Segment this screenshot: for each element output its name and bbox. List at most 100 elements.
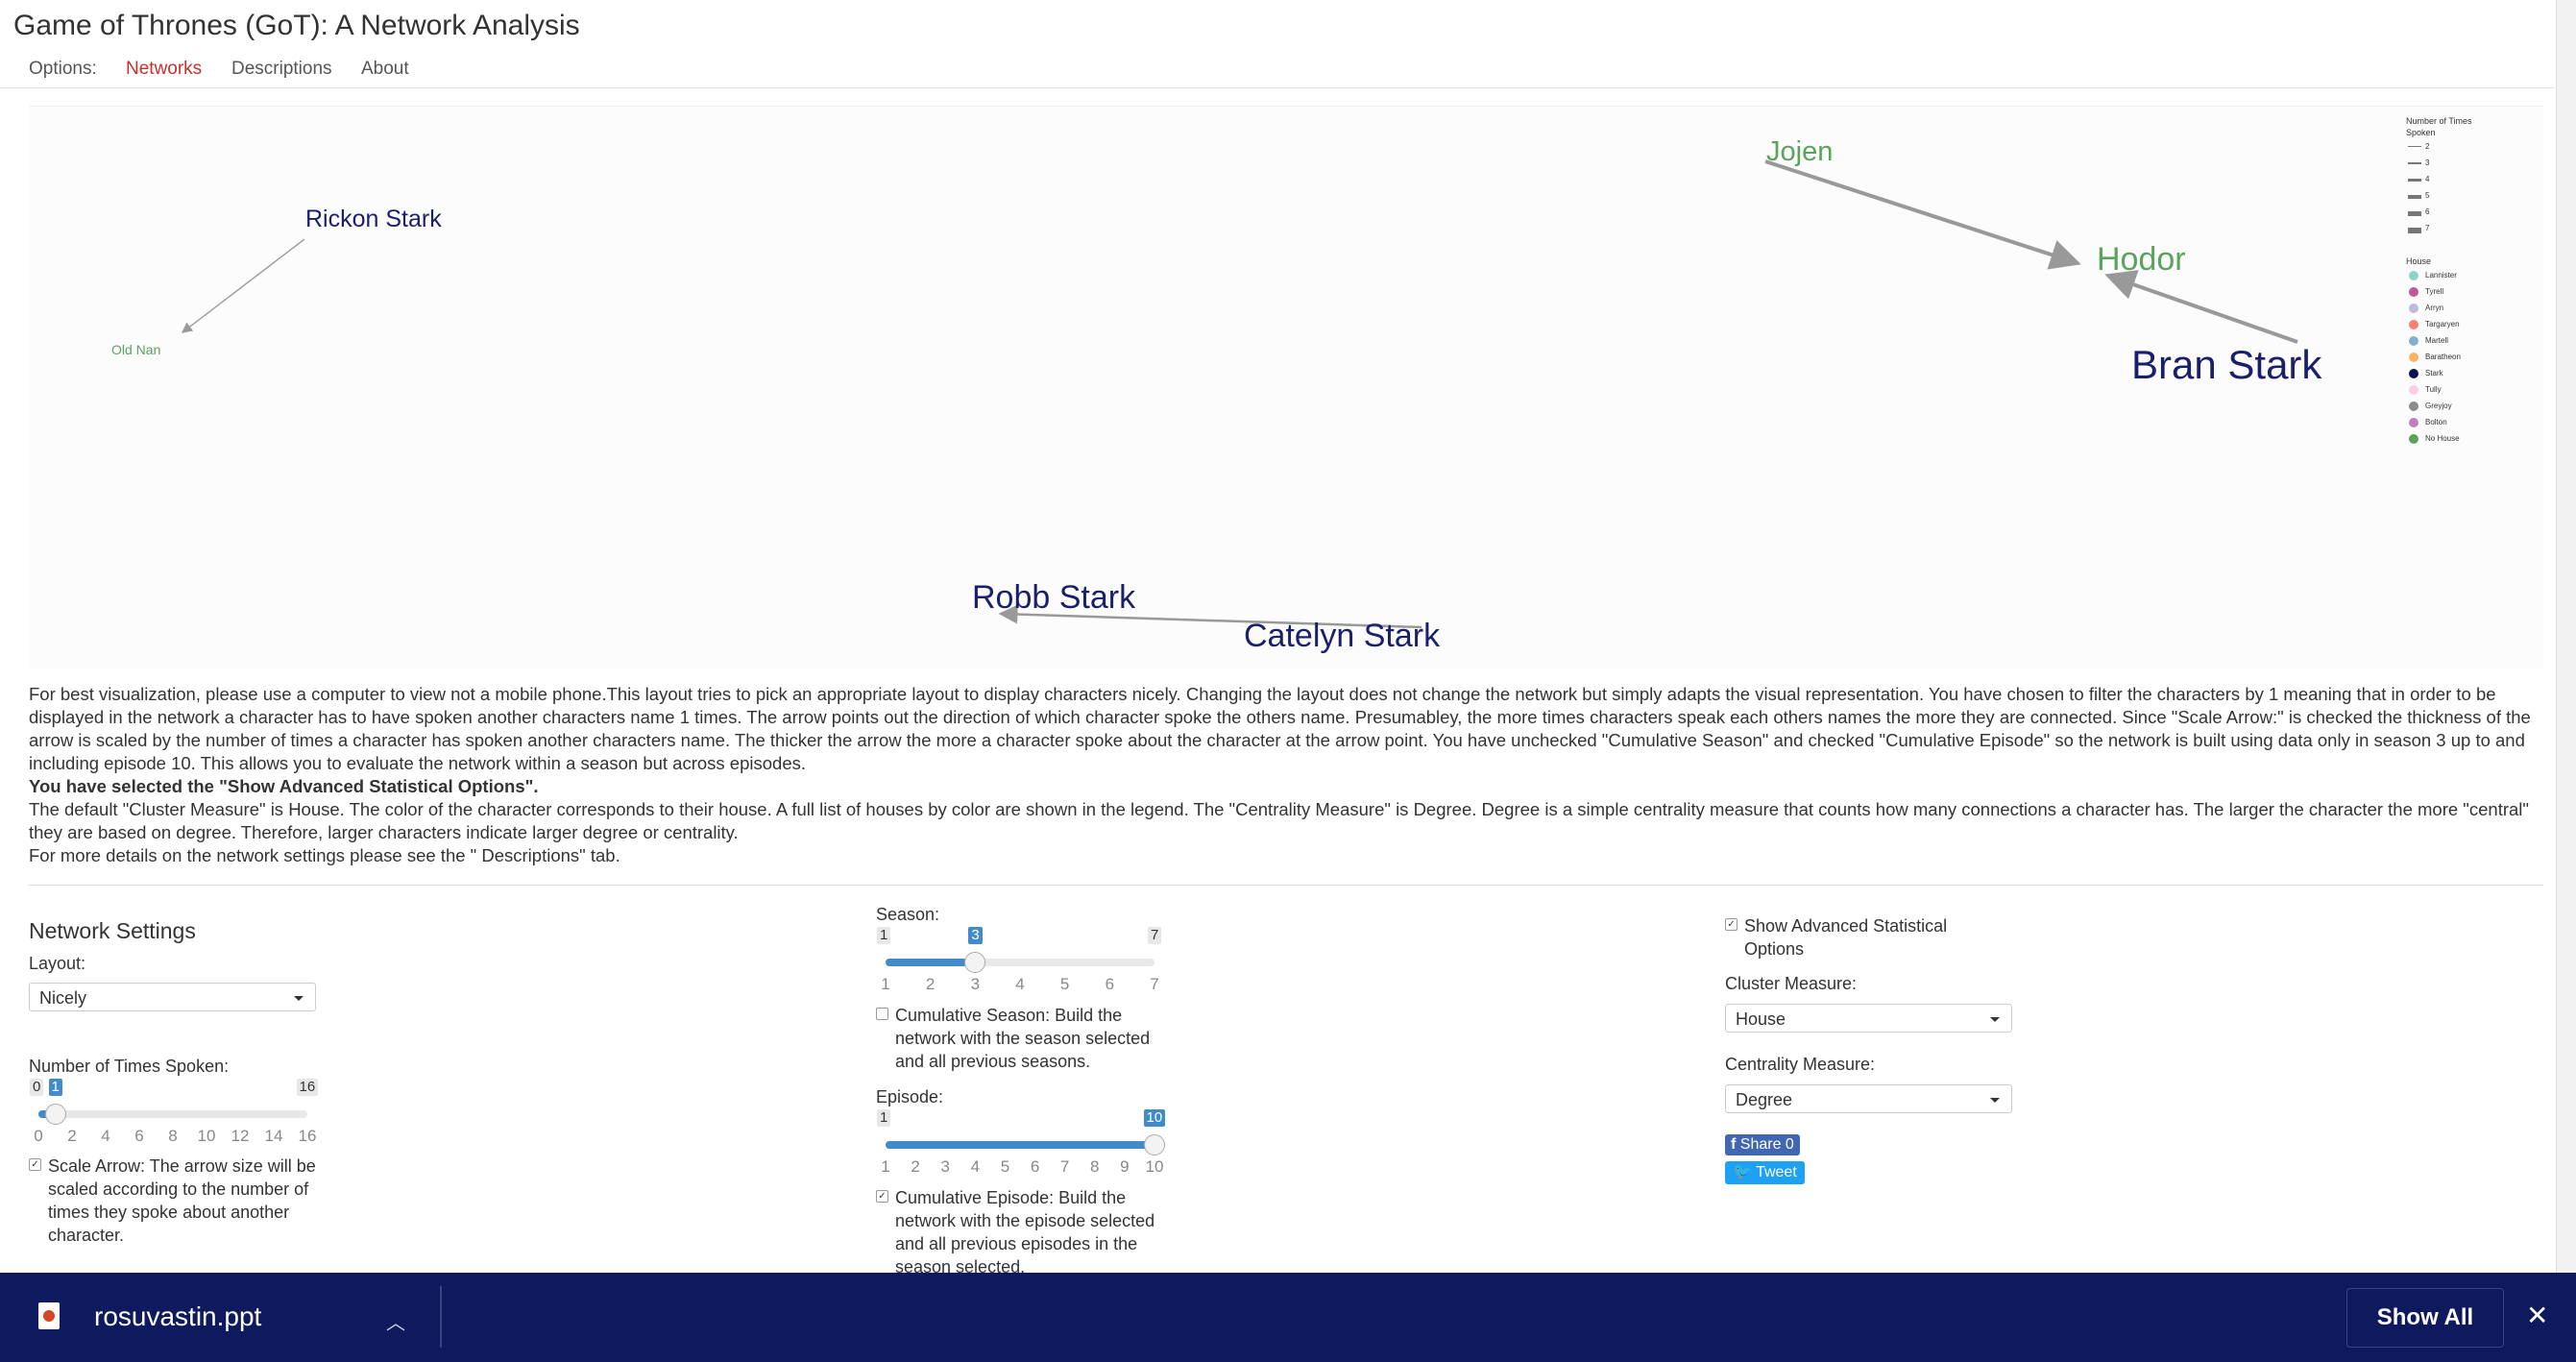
node-rickon-stark[interactable]: Rickon Stark bbox=[305, 206, 442, 233]
share-label: Share 0 bbox=[1739, 1136, 1794, 1153]
slider-tick-label: 1 bbox=[881, 1157, 890, 1176]
slider-value-label: 7 bbox=[1148, 927, 1162, 944]
slider-tick-label: 9 bbox=[1120, 1157, 1130, 1176]
advanced-options-checkbox[interactable]: ✓ Show Advanced Statistical Options bbox=[1725, 914, 1975, 961]
slider-tick-label: 3 bbox=[970, 975, 981, 993]
cumulative-episode-checkbox[interactable]: ✓ Cumulative Episode: Build the network … bbox=[876, 1186, 1164, 1273]
layout-select-value: Nicely bbox=[39, 988, 87, 1008]
chevron-up-icon[interactable]: ︿ bbox=[386, 1307, 405, 1335]
facebook-share-button[interactable]: f Share 0 bbox=[1725, 1134, 1800, 1155]
legend-spoken-item: 3 bbox=[2406, 155, 2472, 171]
color-swatch bbox=[2409, 336, 2418, 346]
tweet-button[interactable]: 🐦 Tweet bbox=[1725, 1161, 1805, 1184]
description-paragraph: For best visualization, please use a com… bbox=[29, 684, 2531, 773]
color-swatch bbox=[2409, 271, 2418, 280]
slider-tick-label: 5 bbox=[1059, 975, 1070, 993]
scale-arrow-checkbox[interactable]: ✓ Scale Arrow: The arrow size will be sc… bbox=[29, 1155, 317, 1247]
spoken-slider[interactable]: 0 1 16 0 2 4 6 8 10 12 14 16 bbox=[29, 1079, 319, 1146]
tweet-label: Tweet bbox=[1756, 1164, 1797, 1180]
legend-house-label: Baratheon bbox=[2425, 353, 2461, 361]
edge-rickon-oldnan bbox=[181, 238, 305, 333]
checkbox-box[interactable]: ✓ bbox=[1725, 918, 1738, 931]
legend-house-item: Martell bbox=[2406, 332, 2472, 349]
slider-handle[interactable] bbox=[44, 1104, 66, 1125]
description-paragraph: For more details on the network settings… bbox=[29, 845, 620, 865]
tab-networks[interactable]: Networks bbox=[126, 59, 202, 80]
legend-house-label: Targaryen bbox=[2425, 320, 2460, 328]
legend-spoken-label: 2 bbox=[2425, 142, 2430, 151]
slider-tick-label: 4 bbox=[101, 1127, 110, 1145]
episode-slider[interactable]: 1 10 1 2 3 4 5 6 7 8 9 10 bbox=[876, 1109, 1166, 1177]
node-bran-stark[interactable]: Bran Stark bbox=[2131, 342, 2321, 388]
slider-handle[interactable] bbox=[1144, 1134, 1165, 1155]
slider-tick-label: 2 bbox=[67, 1127, 77, 1145]
centrality-select-value: Degree bbox=[1736, 1090, 1793, 1109]
node-catelyn-stark[interactable]: Catelyn Stark bbox=[1244, 618, 1440, 655]
color-swatch bbox=[2409, 434, 2418, 444]
download-file-name[interactable]: rosuvastin.ppt bbox=[94, 1301, 261, 1332]
close-icon[interactable]: ✕ bbox=[2526, 1300, 2548, 1331]
slider-tick-label: 4 bbox=[1015, 975, 1025, 993]
edge-jojen-hodor bbox=[1764, 159, 2081, 270]
divider bbox=[29, 885, 2543, 886]
cluster-label: Cluster Measure: bbox=[1725, 974, 1858, 993]
arrow-icon bbox=[2408, 146, 2421, 147]
color-swatch bbox=[2409, 385, 2418, 395]
chevron-down-icon bbox=[294, 996, 304, 1001]
legend-house-label: Stark bbox=[2425, 369, 2443, 377]
slider-tick-label: 8 bbox=[168, 1127, 178, 1145]
centrality-select[interactable]: Degree bbox=[1725, 1084, 2012, 1113]
node-hodor[interactable]: Hodor bbox=[2097, 241, 2186, 279]
legend-house-label: Tully bbox=[2425, 385, 2442, 394]
color-swatch bbox=[2409, 320, 2418, 329]
legend-house-title: House bbox=[2406, 256, 2432, 266]
legend: Number of Times Spoken 2 3 4 5 6 7 House Lann… bbox=[2406, 115, 2472, 447]
chevron-down-icon bbox=[1990, 1017, 2000, 1022]
slider-track bbox=[38, 1110, 307, 1118]
legend-spoken-item: 7 bbox=[2406, 220, 2472, 236]
slider-tick-label: 4 bbox=[970, 1157, 981, 1176]
checkbox-box[interactable] bbox=[876, 1008, 888, 1020]
slider-tick-label: 10 bbox=[197, 1127, 216, 1145]
slider-handle[interactable] bbox=[964, 952, 986, 973]
facebook-icon: f bbox=[1731, 1136, 1737, 1153]
episode-label: Episode: bbox=[876, 1087, 944, 1107]
centrality-label: Centrality Measure: bbox=[1725, 1055, 1876, 1074]
legend-house-item: Greyjoy bbox=[2406, 398, 2472, 414]
slider-tick-label: 6 bbox=[1105, 975, 1115, 993]
slider-tick-label: 6 bbox=[134, 1127, 144, 1145]
node-jojen[interactable]: Jojen bbox=[1766, 136, 1833, 168]
nav-options-label: Options: bbox=[29, 59, 97, 79]
legend-house-item: Targaryen bbox=[2406, 316, 2472, 332]
checkbox-box[interactable]: ✓ bbox=[876, 1190, 888, 1203]
legend-house-item: Tyrell bbox=[2406, 283, 2472, 300]
legend-spoken-label: 3 bbox=[2425, 158, 2430, 167]
cumulative-episode-label: Cumulative Episode: Build the network wi… bbox=[895, 1188, 1155, 1273]
slider-tick-label: 12 bbox=[231, 1127, 250, 1145]
node-robb-stark[interactable]: Robb Stark bbox=[972, 579, 1135, 617]
page-title: Game of Thrones (GoT): A Network Analysi… bbox=[13, 10, 580, 41]
cumulative-season-label: Cumulative Season: Build the network wit… bbox=[895, 1006, 1151, 1071]
node-old-nan[interactable]: Old Nan bbox=[111, 342, 160, 357]
slider-fill bbox=[886, 959, 976, 966]
tab-about[interactable]: About bbox=[361, 59, 409, 80]
legend-house-label: Arryn bbox=[2425, 304, 2444, 312]
season-slider[interactable]: 1371234567 bbox=[876, 927, 1164, 994]
advanced-note: You have selected the "Show Advanced Sta… bbox=[29, 776, 539, 796]
legend-house-item: Tully bbox=[2406, 381, 2472, 398]
scrollbar[interactable] bbox=[2556, 0, 2576, 1273]
tab-descriptions[interactable]: Descriptions bbox=[231, 59, 332, 80]
slider-value-label: 1 bbox=[48, 1079, 62, 1096]
legend-spoken-label: 4 bbox=[2425, 175, 2430, 183]
slider-value-label: 3 bbox=[968, 927, 983, 944]
download-bar: rosuvastin.ppt ︿ Show All ✕ bbox=[0, 1273, 2576, 1362]
legend-house-label: No House bbox=[2425, 434, 2460, 443]
checkbox-box[interactable]: ✓ bbox=[29, 1158, 41, 1171]
show-all-button[interactable]: Show All bbox=[2346, 1288, 2504, 1348]
color-swatch bbox=[2409, 304, 2418, 313]
layout-select[interactable]: Nicely bbox=[29, 983, 316, 1011]
cumulative-season-checkbox[interactable]: Cumulative Season: Build the network wit… bbox=[876, 1004, 1164, 1073]
legend-house-label: Tyrell bbox=[2425, 287, 2444, 296]
twitter-icon: 🐦 bbox=[1733, 1164, 1752, 1180]
cluster-select[interactable]: House bbox=[1725, 1004, 2012, 1033]
